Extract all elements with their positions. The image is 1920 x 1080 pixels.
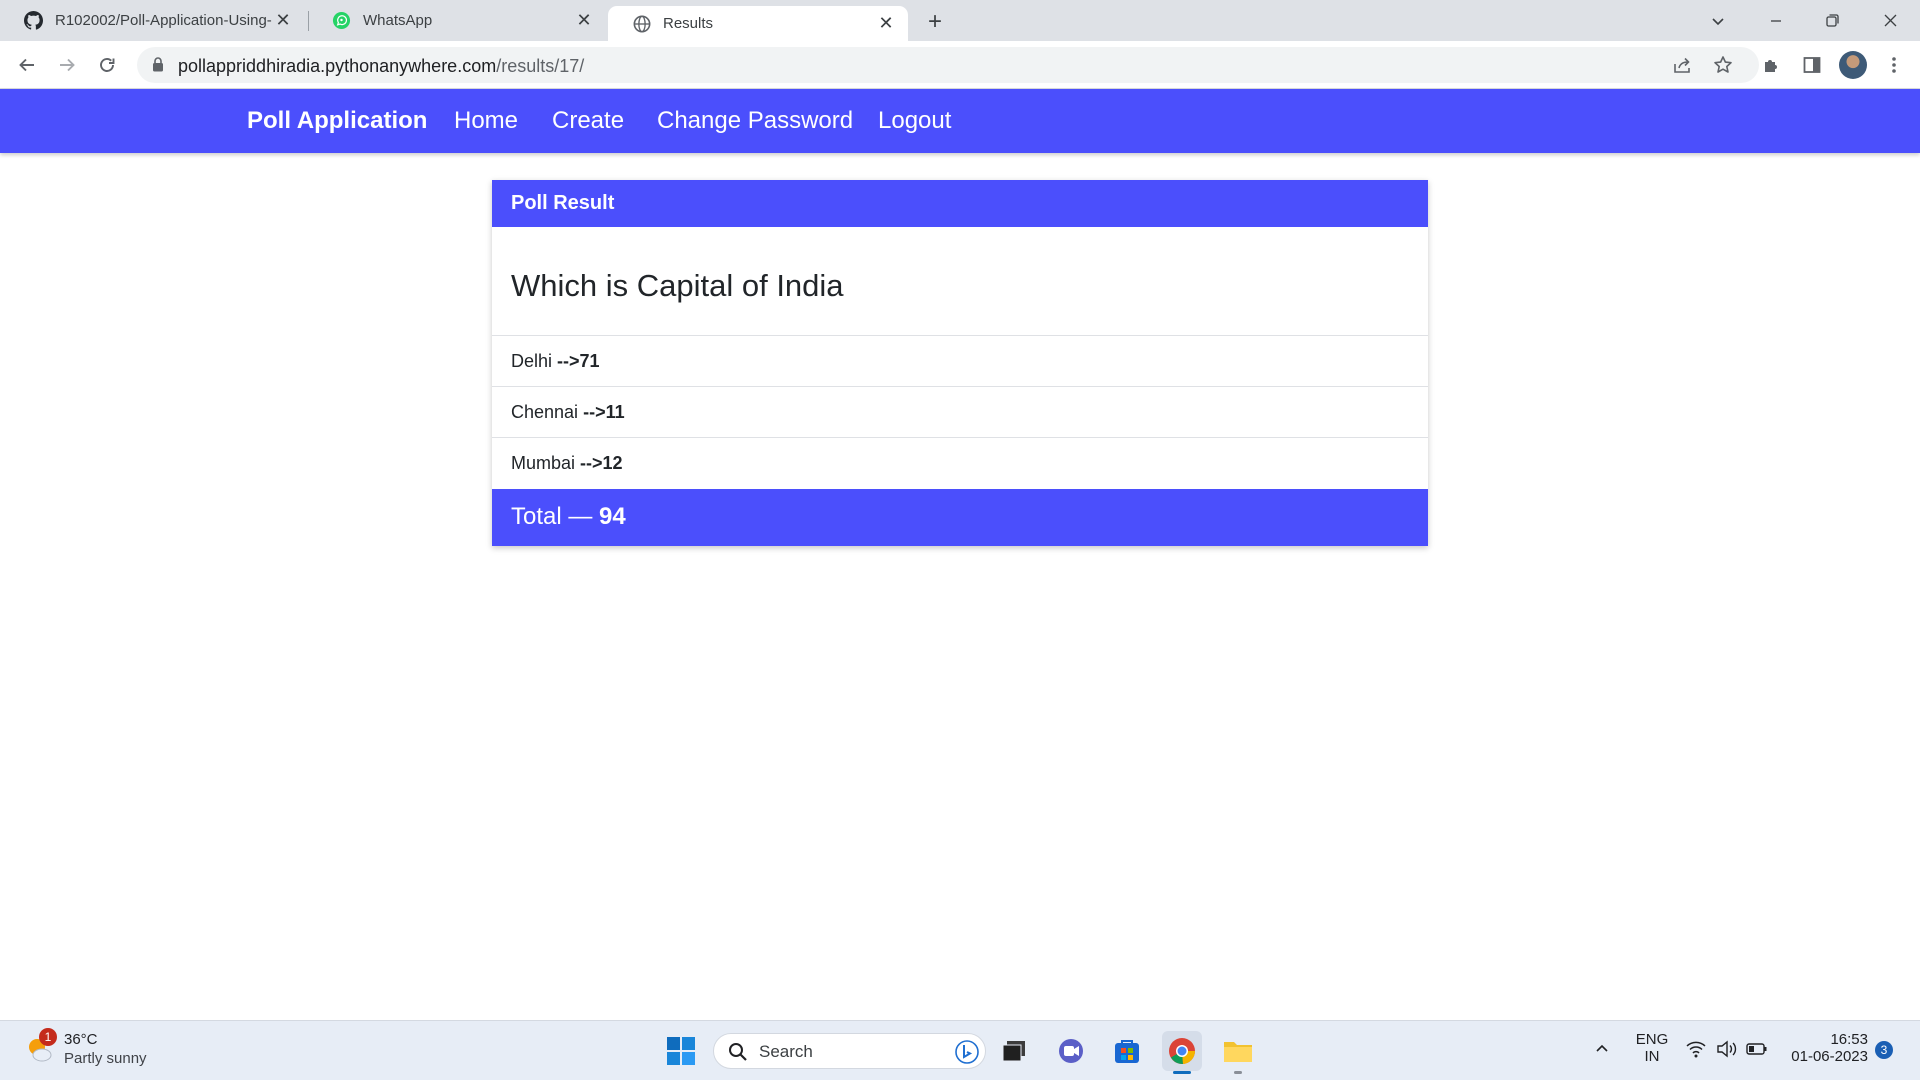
share-icon[interactable] [1671,54,1693,76]
poll-result-card: Poll Result Which is Capital of India De… [492,180,1428,546]
notification-count-badge[interactable]: 3 [1875,1041,1893,1059]
nav-link-logout[interactable]: Logout [878,107,951,135]
url-host: pollappriddhiradia.pythonanywhere.com [178,56,497,76]
close-tab-icon[interactable]: ✕ [574,10,594,31]
url-text: pollappriddhiradia.pythonanywhere.com/re… [178,56,584,77]
weather-temperature[interactable]: 36°C [64,1031,98,1048]
reload-icon[interactable] [91,49,123,81]
wifi-icon[interactable] [1686,1040,1706,1062]
side-panel-icon[interactable] [1796,49,1828,81]
divider [492,437,1428,438]
language-code: ENG [1635,1031,1669,1048]
bing-icon[interactable] [954,1039,980,1070]
kebab-menu-icon[interactable] [1878,49,1910,81]
card-header: Poll Result [492,180,1428,227]
tab-results-active[interactable]: Results ✕ [608,6,908,41]
tab-github[interactable]: R102002/Poll-Application-Using- ✕ [0,0,305,41]
navbar-brand[interactable]: Poll Application [247,107,427,135]
taskbar-search-box[interactable]: Search [713,1033,986,1069]
tab-title: R102002/Poll-Application-Using- [55,12,272,29]
choice-label: Delhi [511,351,553,371]
restore-icon[interactable] [1804,0,1860,41]
choice-count: -->12 [580,453,623,473]
active-app-indicator [1173,1071,1191,1074]
region-code: IN [1644,1048,1660,1065]
url-path: /results/17/ [496,56,585,76]
divider [492,386,1428,387]
close-window-icon[interactable] [1862,0,1918,41]
total-footer: Total — 94 [492,489,1428,546]
choice-count: -->11 [583,402,625,422]
choice-count: -->71 [557,351,600,371]
browser-toolbar: pollappriddhiradia.pythonanywhere.com/re… [0,41,1920,89]
weather-alert-badge: 1 [39,1028,57,1046]
tab-search-chevron-icon[interactable] [1690,0,1746,41]
new-tab-icon[interactable]: + [921,8,949,36]
volume-icon[interactable] [1716,1040,1738,1062]
total-value: 94 [599,503,626,530]
search-label: Search [759,1042,813,1061]
choice-row-chennai: Chennai -->11 [511,402,625,423]
language-indicator[interactable]: ENG IN [1635,1031,1669,1065]
nav-link-home[interactable]: Home [454,107,518,135]
teams-chat-icon[interactable] [1051,1031,1091,1071]
chrome-taskbar-icon[interactable] [1162,1031,1202,1071]
close-tab-icon[interactable]: ✕ [273,10,293,31]
extensions-puzzle-icon[interactable] [1756,49,1788,81]
clock[interactable]: 16:53 01-06-2023 [1780,1031,1868,1065]
microsoft-store-icon[interactable] [1107,1031,1147,1071]
profile-avatar[interactable] [1839,51,1867,79]
clock-date: 01-06-2023 [1791,1048,1868,1065]
whatsapp-icon [332,11,351,30]
clock-time: 16:53 [1830,1031,1868,1048]
choice-label: Mumbai [511,453,576,473]
globe-icon [632,14,651,33]
choice-row-mumbai: Mumbai -->12 [511,453,623,474]
back-icon[interactable] [11,49,43,81]
tab-title: WhatsApp [363,12,433,29]
nav-link-create[interactable]: Create [552,107,624,135]
poll-question: Which is Capital of India [511,268,844,303]
close-tab-icon[interactable]: ✕ [876,13,896,34]
tab-title: Results [663,15,714,32]
choice-label: Chennai [511,402,579,422]
file-explorer-icon[interactable] [1218,1031,1258,1071]
divider [492,335,1428,336]
search-icon [728,1042,748,1067]
github-icon [24,11,43,30]
browser-tab-strip: R102002/Poll-Application-Using- ✕ WhatsA… [0,0,1920,41]
nav-link-change-password[interactable]: Change Password [657,107,853,135]
site-navbar: Poll Application Home Create Change Pass… [0,89,1920,153]
bookmark-star-icon[interactable] [1712,54,1734,76]
choice-row-delhi: Delhi -->71 [511,351,600,372]
running-app-indicator [1234,1071,1242,1074]
lock-icon[interactable] [152,57,164,77]
tab-whatsapp[interactable]: WhatsApp ✕ [308,0,606,41]
battery-icon[interactable] [1746,1042,1768,1060]
minimize-icon[interactable] [1748,0,1804,41]
total-label: Total — [511,503,593,530]
show-hidden-icons-chevron-icon[interactable] [1594,1040,1610,1060]
forward-icon[interactable] [51,49,83,81]
windows-start-icon[interactable] [661,1031,701,1071]
weather-description[interactable]: Partly sunny [64,1050,147,1067]
address-bar[interactable]: pollappriddhiradia.pythonanywhere.com/re… [137,47,1759,83]
task-view-icon[interactable] [995,1031,1035,1071]
